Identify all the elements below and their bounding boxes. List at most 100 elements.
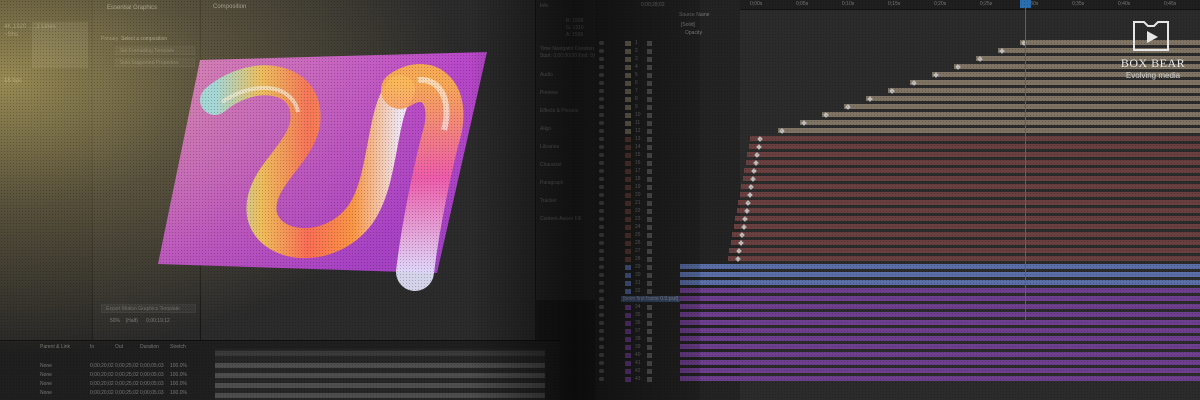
visibility-eye-icon[interactable] — [599, 121, 604, 125]
label-color-swatch[interactable] — [625, 65, 631, 70]
layer-row[interactable]: None 0;00;20;02 0;00;25;02 0;00;05;03 100.0% — [0, 363, 215, 371]
label-color-swatch[interactable] — [625, 105, 631, 110]
layer-duration-bar[interactable] — [680, 288, 1200, 293]
layer-duration-bar[interactable] — [680, 368, 1200, 373]
layer-duration-bar[interactable] — [729, 248, 1200, 253]
label-color-swatch[interactable] — [625, 145, 631, 150]
layer-row[interactable]: 16 — [595, 160, 740, 167]
visibility-eye-icon[interactable] — [599, 377, 604, 381]
layer-row[interactable]: 24 — [595, 224, 740, 231]
visibility-eye-icon[interactable] — [599, 57, 604, 61]
layer-duration-bar[interactable] — [741, 184, 1200, 189]
layer-row[interactable]: None 0;00;20;02 0;00;25;02 0;00;05;03 100.0% — [0, 381, 215, 389]
visibility-eye-icon[interactable] — [599, 97, 604, 101]
layer-row[interactable]: 15 — [595, 152, 740, 159]
layer-row[interactable]: None 0;00;20;02 0;00;25;02 0;00;05;03 100.0% — [0, 390, 215, 398]
label-color-swatch[interactable] — [625, 193, 631, 198]
layer-duration-bar[interactable] — [680, 264, 1200, 269]
layer-row[interactable]: 5 — [595, 72, 740, 79]
zoom-level[interactable]: 50% — [110, 318, 120, 324]
visibility-eye-icon[interactable] — [599, 81, 604, 85]
layer-row[interactable]: 20 — [595, 192, 740, 199]
visibility-eye-icon[interactable] — [599, 209, 604, 213]
label-color-swatch[interactable] — [625, 233, 631, 238]
layer-cell[interactable]: None — [40, 381, 52, 387]
layer-duration-bar[interactable] — [739, 192, 1200, 197]
layer-row[interactable]: None 0;00;20;02 0;00;25;02 0;00;05;03 100.0% — [0, 372, 215, 380]
layer-duration-bar[interactable] — [744, 168, 1200, 173]
layer-duration-bar[interactable] — [778, 128, 1200, 133]
label-color-swatch[interactable] — [625, 129, 631, 134]
layer-duration-bar[interactable] — [680, 328, 1200, 333]
visibility-eye-icon[interactable] — [599, 65, 604, 69]
visibility-eye-icon[interactable] — [599, 129, 604, 133]
visibility-eye-icon[interactable] — [599, 153, 604, 157]
resolution-select[interactable]: (Half) — [126, 318, 138, 324]
visibility-eye-icon[interactable] — [599, 113, 604, 117]
layer-row[interactable]: 19 — [595, 184, 740, 191]
layer-name[interactable]: [Solid] — [681, 22, 695, 28]
layer-row[interactable]: 28 — [595, 256, 740, 263]
layer-row[interactable]: 14 — [595, 144, 740, 151]
label-color-swatch[interactable] — [625, 281, 631, 286]
secondary-track-area[interactable] — [215, 349, 545, 400]
visibility-eye-icon[interactable] — [599, 345, 604, 349]
visibility-eye-icon[interactable] — [599, 145, 604, 149]
label-color-swatch[interactable] — [625, 241, 631, 246]
label-color-swatch[interactable] — [625, 209, 631, 214]
layer-bar[interactable] — [215, 373, 545, 378]
layer-duration-bar[interactable] — [680, 352, 1200, 357]
label-color-swatch[interactable] — [625, 249, 631, 254]
layer-duration-bar[interactable] — [680, 360, 1200, 365]
time-ruler[interactable]: 0;00s 0;05s 0;10s 0;15s 0;20s 0;25s 0;30s 0;35s… — [740, 0, 1200, 10]
label-color-swatch[interactable] — [625, 305, 631, 310]
layer-duration-bar[interactable] — [747, 152, 1200, 157]
layer-row[interactable]: 13 — [595, 136, 740, 143]
label-color-swatch[interactable] — [625, 329, 631, 334]
label-color-swatch[interactable] — [625, 81, 631, 86]
layer-duration-bar[interactable] — [733, 224, 1200, 229]
layer-duration-bar[interactable] — [742, 176, 1200, 181]
timecode-display[interactable]: 0;00;28;02 — [641, 2, 665, 8]
label-color-swatch[interactable] — [625, 345, 631, 350]
layer-row[interactable]: 7 — [595, 88, 740, 95]
panel-item-paragraph[interactable]: Paragraph — [540, 180, 563, 186]
layer-cell[interactable]: None — [40, 363, 52, 369]
layer-bar[interactable] — [215, 363, 545, 368]
label-color-swatch[interactable] — [625, 217, 631, 222]
layer-row[interactable]: 23 — [595, 216, 740, 223]
label-color-swatch[interactable] — [625, 201, 631, 206]
layer-duration-bar[interactable] — [738, 200, 1200, 205]
visibility-eye-icon[interactable] — [599, 273, 604, 277]
label-color-swatch[interactable] — [625, 97, 631, 102]
visibility-eye-icon[interactable] — [599, 353, 604, 357]
layer-duration-bar[interactable] — [732, 232, 1200, 237]
visibility-eye-icon[interactable] — [599, 321, 604, 325]
visibility-eye-icon[interactable] — [599, 249, 604, 253]
visibility-eye-icon[interactable] — [599, 313, 604, 317]
label-color-swatch[interactable] — [625, 361, 631, 366]
layer-duration-bar[interactable] — [680, 296, 1200, 301]
layer-duration-bar[interactable] — [745, 160, 1200, 165]
label-color-swatch[interactable] — [625, 49, 631, 54]
layer-duration-bar[interactable] — [680, 272, 1200, 277]
label-color-swatch[interactable] — [625, 113, 631, 118]
label-color-swatch[interactable] — [625, 185, 631, 190]
label-color-swatch[interactable] — [625, 289, 631, 294]
visibility-eye-icon[interactable] — [599, 225, 604, 229]
layer-duration-bar[interactable] — [680, 304, 1200, 309]
label-color-swatch[interactable] — [625, 153, 631, 158]
visibility-eye-icon[interactable] — [599, 233, 604, 237]
layer-duration-bar[interactable] — [680, 280, 1200, 285]
layer-row[interactable]: 21 — [595, 200, 740, 207]
label-color-swatch[interactable] — [625, 369, 631, 374]
visibility-eye-icon[interactable] — [599, 329, 604, 333]
layer-duration-bar[interactable] — [680, 312, 1200, 317]
layer-duration-bar[interactable] — [680, 336, 1200, 341]
layer-row[interactable]: 17 — [595, 168, 740, 175]
layer-duration-bar[interactable] — [736, 208, 1200, 213]
visibility-eye-icon[interactable] — [599, 201, 604, 205]
panel-item-tracker[interactable]: Tracker — [540, 198, 557, 204]
layer-row[interactable]: 12 — [595, 128, 740, 135]
visibility-eye-icon[interactable] — [599, 289, 604, 293]
